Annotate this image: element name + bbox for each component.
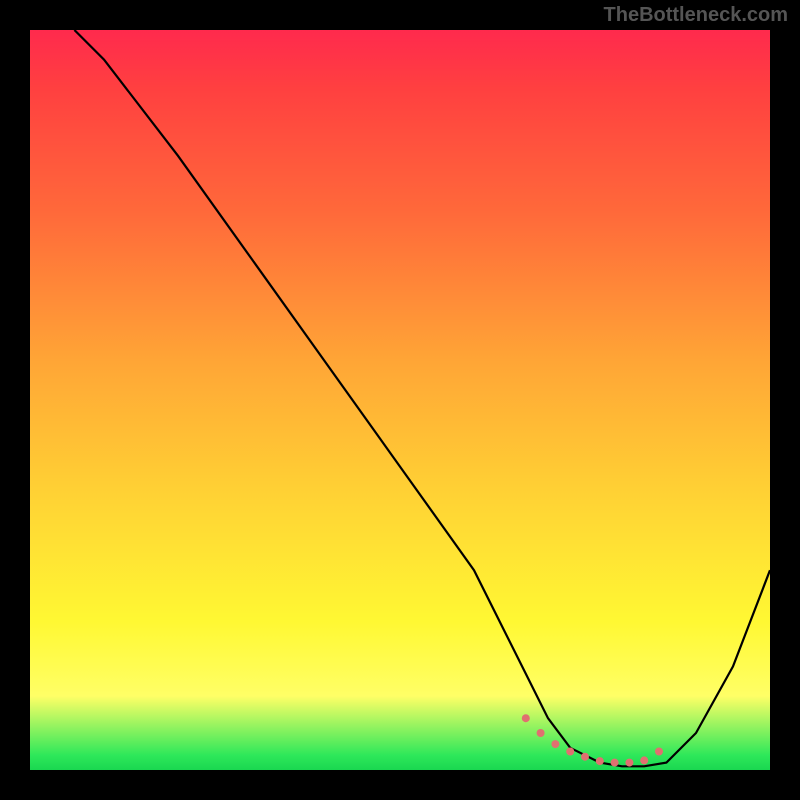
valley-marker-dot xyxy=(522,714,530,722)
valley-marker-dot xyxy=(655,748,663,756)
valley-marker-dot xyxy=(611,759,619,767)
valley-marker-dot xyxy=(581,753,589,761)
bottleneck-curve xyxy=(74,30,770,766)
valley-marker-dot xyxy=(566,748,574,756)
plot-area xyxy=(30,30,770,770)
curve-svg xyxy=(30,30,770,770)
valley-marker-dot xyxy=(551,740,559,748)
watermark-text: TheBottleneck.com xyxy=(604,4,788,27)
chart-container: TheBottleneck.com xyxy=(0,0,800,800)
valley-marker-dot xyxy=(640,756,648,764)
valley-marker-dot xyxy=(625,759,633,767)
valley-marker-dot xyxy=(596,757,604,765)
valley-marker-dot xyxy=(537,729,545,737)
